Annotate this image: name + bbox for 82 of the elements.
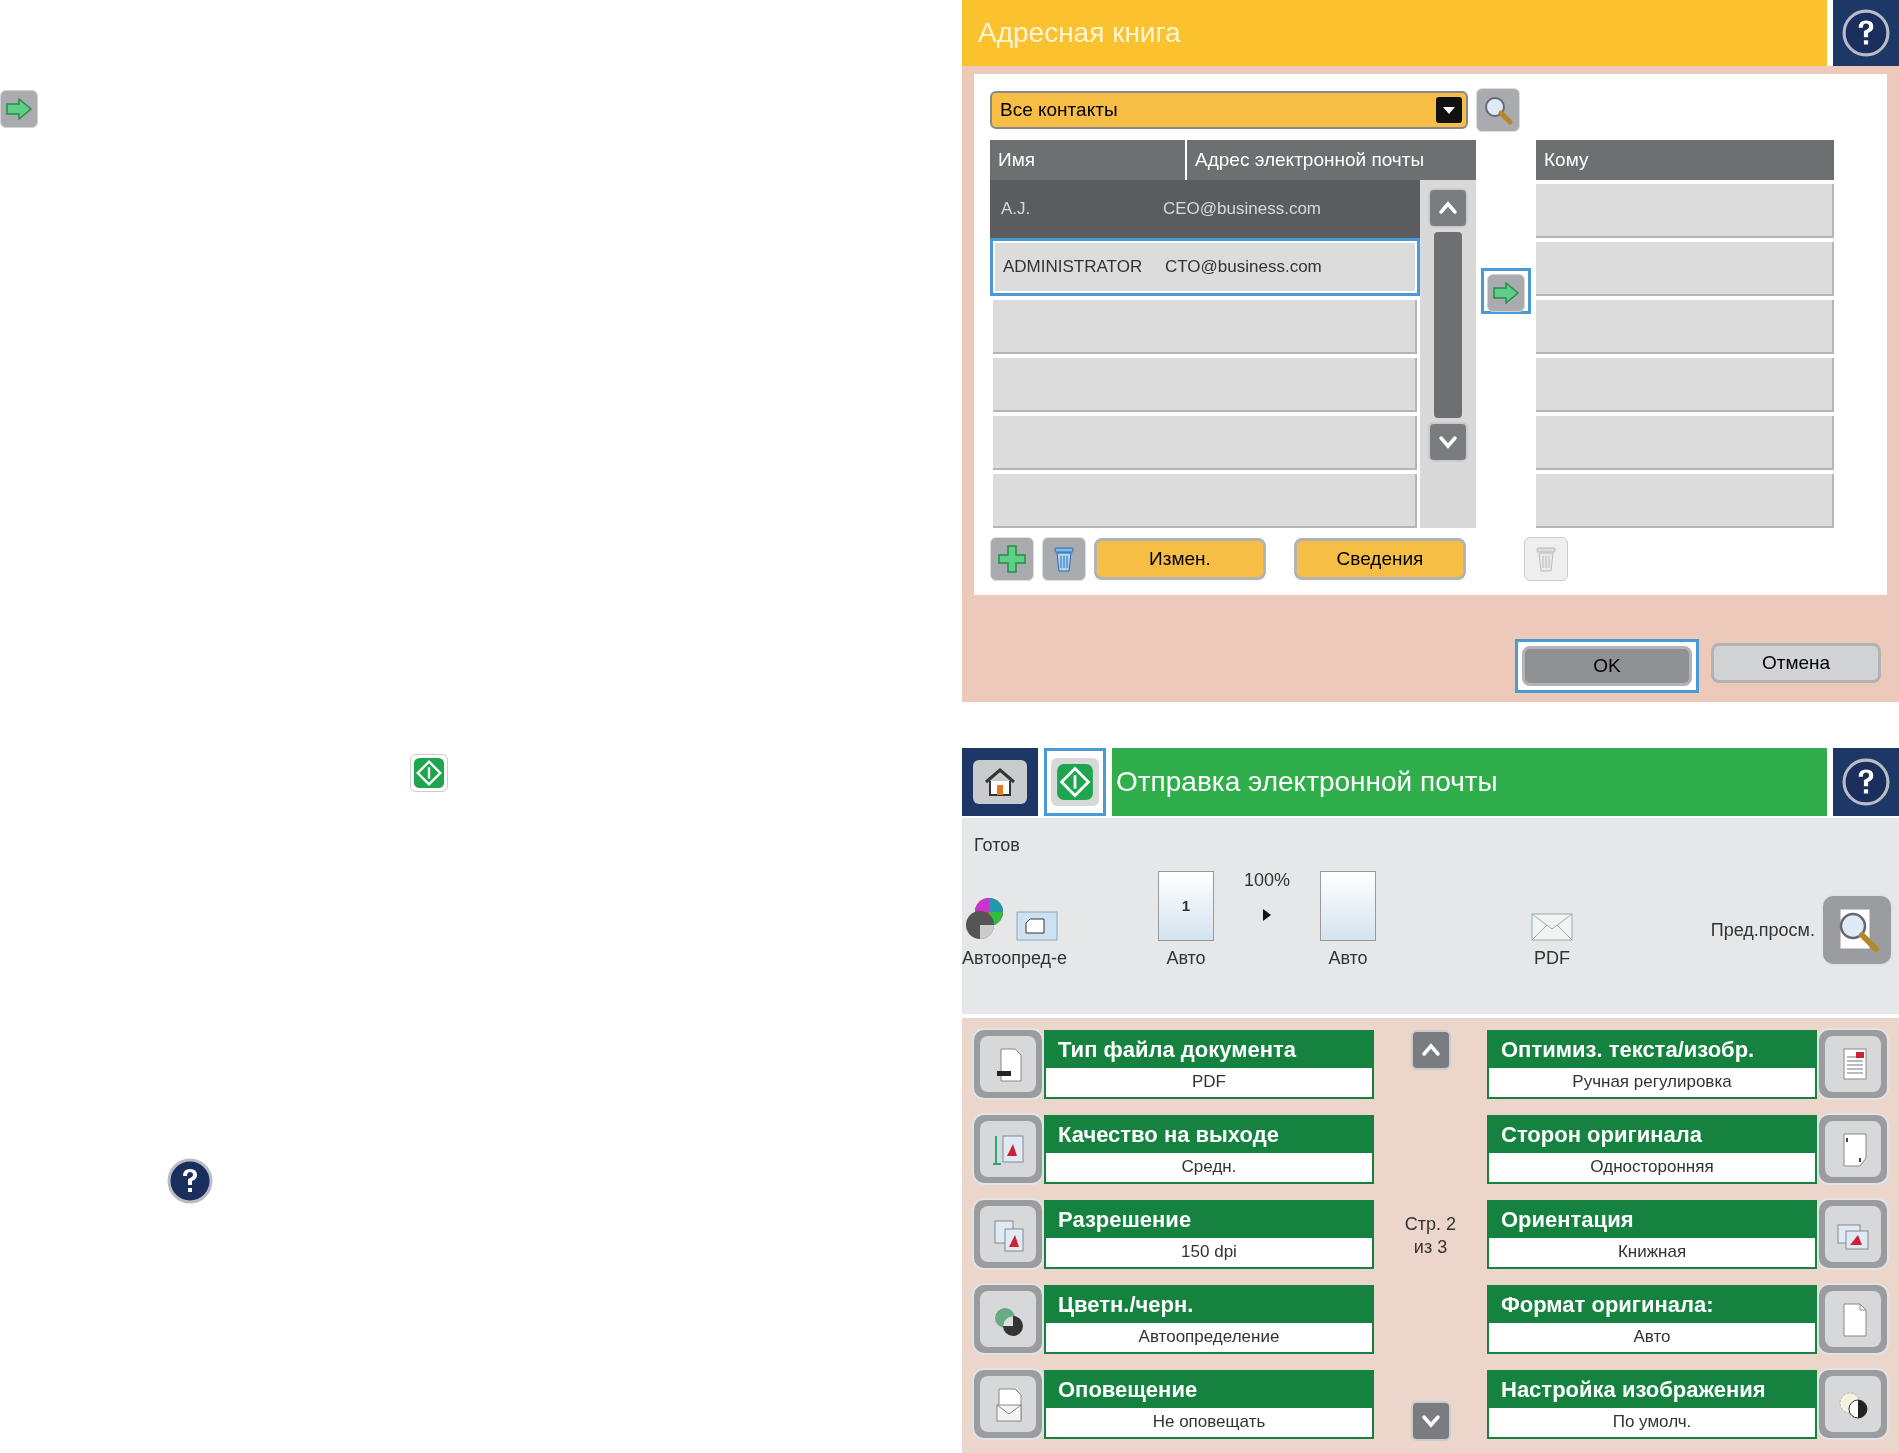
cancel-button[interactable]: Отмена	[1711, 643, 1881, 683]
setting-icon-button[interactable]	[1817, 1368, 1889, 1440]
recipient-row[interactable]	[1536, 474, 1834, 528]
delete-contact-button[interactable]	[1042, 537, 1086, 581]
empty-row[interactable]	[993, 416, 1417, 470]
edit-button[interactable]: Измен.	[1094, 538, 1266, 580]
page-down-button[interactable]	[1410, 1401, 1451, 1441]
contacts-dropdown[interactable]: Все контакты	[990, 91, 1468, 129]
recipient-row[interactable]	[1536, 300, 1834, 354]
search-icon	[1483, 95, 1513, 125]
start-button[interactable]	[1051, 758, 1099, 806]
ok-button[interactable]: OK	[1522, 646, 1692, 686]
dropdown-caret-icon	[1436, 97, 1462, 123]
page-indicator: Стр. 2 из 3	[1403, 1213, 1458, 1258]
trash-icon	[1052, 545, 1076, 573]
home-button[interactable]	[962, 748, 1038, 816]
contact-row[interactable]: ADMINISTRATOR CTO@business.com	[995, 243, 1415, 291]
plus-icon	[997, 544, 1027, 574]
empty-row[interactable]	[993, 358, 1417, 412]
setting-title: Настройка изображения	[1489, 1371, 1815, 1408]
empty-row[interactable]	[993, 300, 1417, 354]
output-size-label: Авто	[1328, 947, 1368, 970]
status-text: Готов	[974, 834, 1021, 857]
setting-value: Ручная регулировка	[1571, 1071, 1733, 1094]
trash-icon	[1534, 545, 1558, 573]
setting-title: Формат оригинала:	[1489, 1286, 1815, 1323]
preview-button[interactable]	[1821, 894, 1893, 966]
setting-value: Односторонняя	[1589, 1156, 1715, 1179]
add-contact-button[interactable]	[990, 537, 1034, 581]
help-button[interactable]	[1833, 748, 1899, 816]
setting-title: Оптимиз. текста/изобр.	[1489, 1031, 1815, 1068]
setting-title: Разрешение	[1046, 1201, 1372, 1238]
page-up-button[interactable]	[1410, 1030, 1451, 1070]
preview-label: Пред.просм.	[1710, 918, 1815, 942]
setting-value: По умолч.	[1611, 1411, 1693, 1434]
recipient-row[interactable]	[1536, 358, 1834, 412]
setting-value: Автоопределение	[1137, 1326, 1281, 1349]
setting-icon-button[interactable]	[972, 1283, 1044, 1355]
recipient-row[interactable]	[1536, 416, 1834, 470]
original-page: 1	[1158, 871, 1214, 941]
setting-title: Ориентация	[1489, 1201, 1815, 1238]
scrollbar-track[interactable]	[1434, 232, 1462, 418]
setting-value: Средн.	[1180, 1156, 1238, 1179]
search-button[interactable]	[1476, 88, 1520, 132]
color-mode-label: Автоопред-е	[962, 947, 1068, 970]
setting-value: PDF	[1191, 1071, 1227, 1094]
setting-value: 150 dpi	[1180, 1241, 1238, 1264]
setting-title: Цветн./черн.	[1046, 1286, 1372, 1323]
scan-pages-icon	[1016, 911, 1058, 941]
window-title: Адресная книга	[978, 16, 1181, 50]
envelope-icon	[1531, 913, 1573, 941]
recipient-row[interactable]	[1536, 184, 1834, 238]
setting-title: Сторон оригинала	[1489, 1116, 1815, 1153]
window-title: Отправка электронной почты	[1116, 765, 1498, 799]
arrow-icon	[1492, 282, 1520, 304]
scroll-up-button[interactable]	[1428, 188, 1468, 228]
setting-value: Не оповещать	[1151, 1411, 1267, 1434]
start-icon	[413, 757, 445, 789]
setting-title: Качество на выходе	[1046, 1116, 1372, 1153]
add-recipient-button[interactable]	[1487, 274, 1525, 312]
setting-title: Оповещение	[1046, 1371, 1372, 1408]
help-button[interactable]	[1833, 0, 1899, 66]
scale-label: 100%	[1243, 869, 1290, 892]
file-format-label: PDF	[1534, 947, 1570, 970]
details-button[interactable]: Сведения	[1294, 538, 1466, 580]
setting-title: Тип файла документа	[1046, 1031, 1372, 1068]
empty-row[interactable]	[993, 474, 1417, 528]
home-icon	[983, 767, 1017, 797]
start-icon	[1056, 763, 1094, 801]
setting-value: Книжная	[1616, 1241, 1688, 1264]
arrow-icon	[5, 98, 33, 120]
column-header: Кому	[1536, 140, 1834, 180]
help-icon	[1842, 9, 1890, 57]
column-header: Адрес электронной почты	[1194, 147, 1426, 172]
recipient-row[interactable]	[1536, 242, 1834, 296]
output-page	[1320, 871, 1376, 941]
original-size-label: Авто	[1166, 947, 1206, 970]
setting-value: Авто	[1632, 1326, 1672, 1349]
scroll-down-button[interactable]	[1428, 422, 1468, 462]
help-icon	[1842, 758, 1890, 806]
help-icon	[167, 1158, 213, 1204]
play-arrow-icon	[1262, 908, 1272, 922]
